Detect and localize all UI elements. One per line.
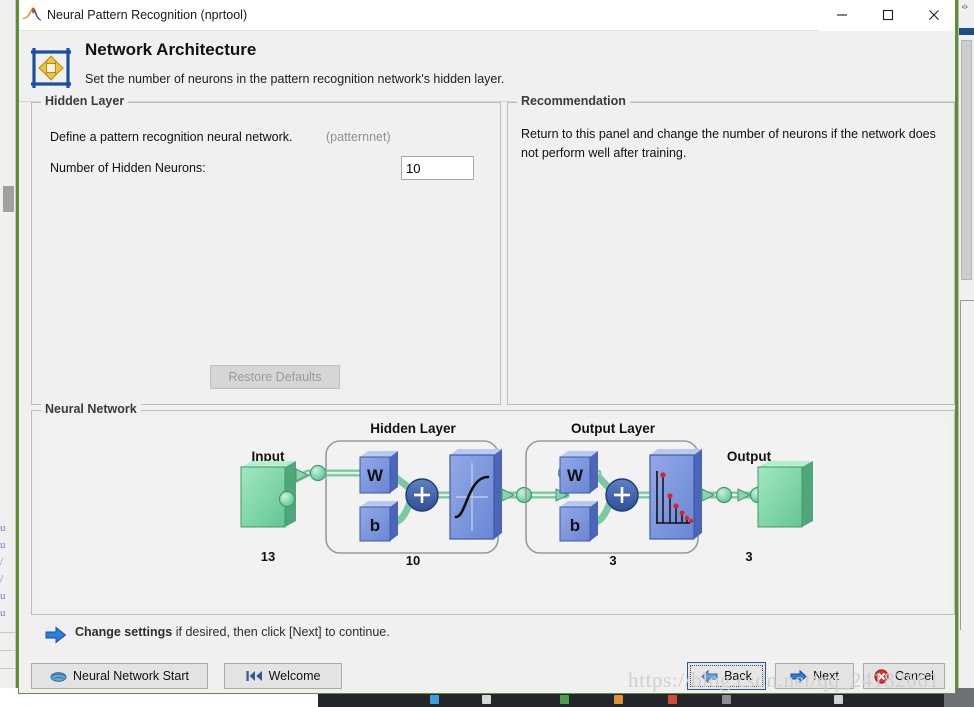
- maximize-button[interactable]: [865, 0, 911, 31]
- diagram-output-block: [757, 461, 813, 528]
- network-diagram: Input 13 Hidden Layer 10 Output Layer 3 …: [38, 419, 948, 609]
- page-subtitle: Set the number of neurons in the pattern…: [85, 72, 505, 86]
- minimize-button[interactable]: [819, 0, 865, 31]
- error-x-icon: [874, 668, 889, 684]
- background-right-frame: [960, 300, 974, 630]
- diagram-output-bias-box: b: [559, 501, 598, 542]
- neural-network-legend: Neural Network: [41, 402, 141, 416]
- background-scrollbar-thumb[interactable]: [3, 186, 14, 212]
- background-code-text: u u / / u u: [0, 522, 6, 619]
- window-titlebar: Neural Pattern Recognition (nprtool): [19, 0, 955, 31]
- diagram-hidden-weight-box: W: [359, 451, 398, 494]
- footer-button-bar: Neural Network Start Welcome Back Next C…: [19, 654, 955, 693]
- hidden-layer-panel: Hidden Layer Define a pattern recognitio…: [31, 94, 501, 405]
- diagram-output-weight-box: W: [559, 451, 598, 494]
- next-label: Next: [813, 669, 839, 683]
- recommendation-text: Return to this panel and change the numb…: [521, 127, 936, 160]
- taskbar-icon[interactable]: [834, 695, 843, 704]
- skip-to-start-icon: [246, 670, 263, 682]
- matlab-logo-icon: [21, 5, 43, 25]
- network-architecture-icon: [27, 44, 75, 92]
- diagram-hidden-bias-box: b: [359, 501, 398, 542]
- restore-defaults-button[interactable]: Restore Defaults: [210, 365, 340, 389]
- cancel-button[interactable]: Cancel: [863, 663, 945, 689]
- taskbar-icon[interactable]: [430, 695, 439, 704]
- back-button[interactable]: Back: [687, 662, 766, 690]
- close-button[interactable]: [911, 0, 955, 31]
- sigmoid-transfer-icon: [449, 449, 502, 540]
- recommendation-panel: Recommendation Return to this panel and …: [507, 94, 955, 405]
- softmax-transfer-icon: [649, 449, 702, 540]
- diagram-output-sum-node: [605, 478, 639, 512]
- neural-network-panel: Neural Network Input 13 Hidden Layer 10 …: [31, 402, 955, 615]
- welcome-label: Welcome: [268, 669, 321, 683]
- arrow-left-icon: [701, 669, 718, 683]
- brain-icon: [50, 670, 67, 683]
- blue-right-arrow-icon: [45, 626, 67, 644]
- svg-text:W: W: [567, 466, 584, 485]
- taskbar-icon[interactable]: [560, 695, 569, 704]
- arrow-right-icon: [790, 669, 807, 683]
- footer-hint-text: Change settings if desired, then click […: [75, 625, 390, 639]
- svg-text:W: W: [367, 466, 384, 485]
- page-header: Network Architecture Set the number of n…: [19, 31, 955, 102]
- welcome-button[interactable]: Welcome: [224, 663, 342, 689]
- nprtool-dialog: Neural Pattern Recognition (nprtool) Net…: [18, 0, 956, 694]
- background-right-highlight: [959, 28, 974, 35]
- window-title: Neural Pattern Recognition (nprtool): [47, 8, 248, 22]
- hint-rest-text: if desired, then click [Next] to continu…: [172, 625, 390, 639]
- taskbar-icon[interactable]: [722, 695, 731, 704]
- hidden-layer-description: Define a pattern recognition neural netw…: [50, 130, 293, 144]
- diagram-hidden-sum-node: [405, 478, 439, 512]
- neurons-label: Number of Hidden Neurons:: [50, 161, 206, 175]
- back-label: Back: [724, 669, 752, 683]
- background-right-scrollbar[interactable]: [961, 40, 972, 280]
- svg-text:b: b: [570, 516, 580, 535]
- window-controls: [819, 0, 955, 31]
- background-divider: [0, 668, 16, 669]
- footer-hint-row: Change settings if desired, then click […: [19, 618, 955, 654]
- hidden-layer-legend: Hidden Layer: [41, 94, 129, 108]
- window-border-right: [956, 0, 958, 694]
- cancel-label: Cancel: [895, 669, 934, 683]
- taskbar-icon[interactable]: [668, 695, 677, 704]
- hidden-layer-function-name: (patternnet): [326, 130, 391, 144]
- neural-network-start-button[interactable]: Neural Network Start: [31, 663, 208, 689]
- taskbar-icon[interactable]: [614, 695, 623, 704]
- hidden-neurons-input[interactable]: [401, 156, 474, 180]
- neural-network-start-label: Neural Network Start: [72, 669, 189, 683]
- taskbar-icon[interactable]: [482, 695, 491, 704]
- next-button[interactable]: Next: [775, 663, 854, 689]
- recommendation-legend: Recommendation: [517, 94, 630, 108]
- hint-bold-text: Change settings: [75, 625, 173, 639]
- background-divider: [0, 650, 16, 651]
- svg-text:b: b: [370, 516, 380, 535]
- page-title: Network Architecture: [85, 40, 257, 59]
- background-right-label: ፨: [962, 2, 968, 11]
- background-divider: [0, 632, 16, 633]
